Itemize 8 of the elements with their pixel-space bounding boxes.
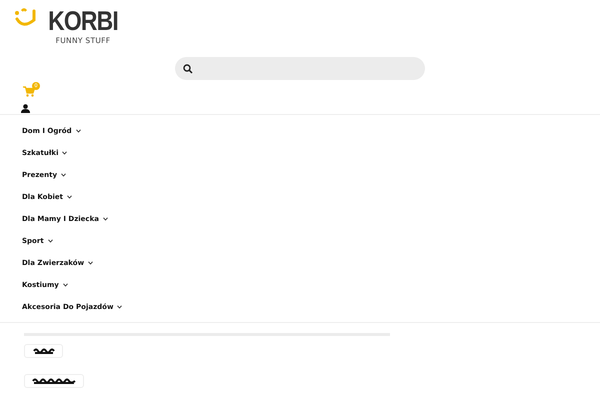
logo-name[interactable]: KORBI <box>48 8 118 34</box>
garbled-chip[interactable] <box>24 344 63 358</box>
search-field[interactable] <box>175 57 425 80</box>
garbled-chip[interactable] <box>24 374 84 388</box>
user-icon[interactable] <box>21 104 30 113</box>
garbled-text-icon <box>32 378 76 384</box>
search-icon <box>183 64 193 74</box>
garbled-text-icon <box>32 348 54 354</box>
